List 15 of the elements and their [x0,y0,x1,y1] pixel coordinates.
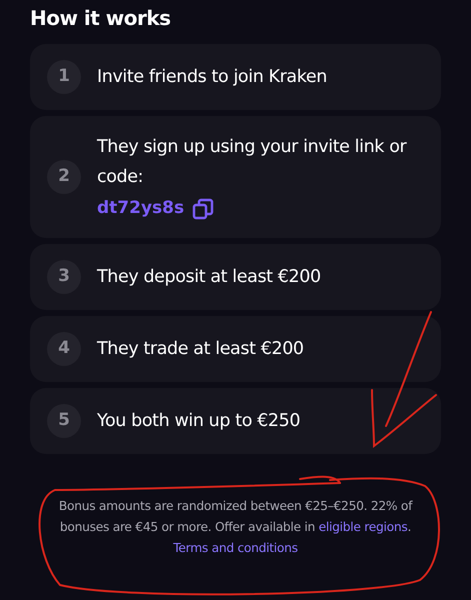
step-text: They trade at least €200 [97,338,304,360]
step-number: 4 [47,332,81,366]
terms-link[interactable]: Terms and conditions [173,540,298,554]
step-text: You both win up to €250 [97,410,300,432]
step-number: 3 [47,260,81,294]
eligible-regions-link[interactable]: eligible regions [318,520,408,534]
step-number: 2 [47,160,81,194]
step-text: They deposit at least €200 [97,266,321,288]
section-title: How it works [30,6,172,30]
disclaimer-text: Bonus amounts are randomized between €25–€250. 22% of bonuses are €45 or more. Offer available in eligible regions. Terms and conditions [58,498,414,556]
step-text: Invite friends to join Kraken [97,66,327,89]
step-number: 5 [47,404,81,438]
step-number: 1 [47,60,81,94]
step-text: They sign up using your invite link or code: [97,136,408,189]
invite-code: dt72ys8s [97,197,184,220]
